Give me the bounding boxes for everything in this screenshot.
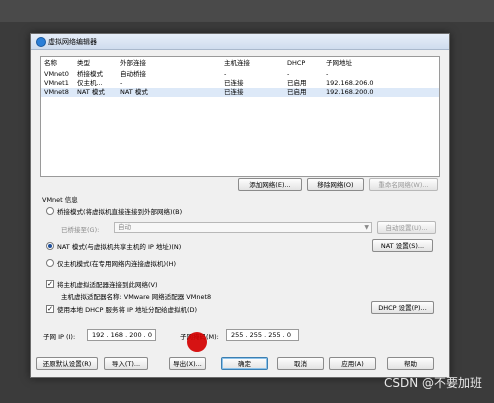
help-button[interactable]: 帮助 <box>387 357 434 370</box>
column-header[interactable]: 子网地址 <box>326 59 352 68</box>
bridged-label: 桥接模式(将虚拟机直接连接到外部网络)(B) <box>57 208 183 216</box>
table-cell: - <box>326 70 329 78</box>
column-header[interactable]: 外部连接 <box>120 59 146 68</box>
watermark-text: CSDN @不要加班 <box>383 376 482 390</box>
table-cell: 仅主机... <box>77 79 103 87</box>
vmnet-info-group: VMnet 信息 桥接模式(将虚拟机直接连接到外部网络)(B) 已桥接至(G):… <box>40 194 438 326</box>
connect-adapter-checkbox[interactable]: ✓ <box>46 280 54 288</box>
import-button[interactable]: 导入(T)... <box>104 357 148 370</box>
ok-button[interactable]: 确定 <box>221 357 268 370</box>
cursor-highlight <box>187 332 207 352</box>
cancel-button[interactable]: 取消 <box>277 357 324 370</box>
table-row[interactable]: VMnet0 桥接模式 自动桥接 - - - <box>41 70 439 79</box>
table-cell: 桥接模式 <box>77 70 103 78</box>
dialog-title: 虚拟网络编辑器 <box>48 38 97 46</box>
nat-settings-button[interactable]: NAT 设置(S)... <box>372 239 433 252</box>
connect-adapter-label: 将主机虚拟适配器连接到此网络(V) <box>57 281 158 289</box>
subnet-ip-label: 子网 IP (I): <box>43 333 76 341</box>
subnet-ip-input[interactable]: 192 . 168 . 200 . 0 <box>87 329 156 341</box>
table-row[interactable]: VMnet1 仅主机... - 已连接 已启用 192.168.206.0 <box>41 79 439 88</box>
table-cell: 192.168.200.0 <box>326 88 374 96</box>
use-dhcp-checkbox[interactable]: ✓ <box>46 305 54 313</box>
dhcp-settings-button[interactable]: DHCP 设置(P)... <box>371 301 434 314</box>
nat-radio[interactable] <box>46 242 54 250</box>
column-header[interactable]: 主机连接 <box>224 59 250 68</box>
title-bar: 虚拟网络编辑器 <box>31 34 449 50</box>
table-row-selected[interactable]: VMnet8 NAT 模式 NAT 模式 已连接 已启用 192.168.200… <box>41 88 439 97</box>
add-network-button[interactable]: 添加网络(E)... <box>238 178 302 191</box>
column-header[interactable]: 名称 <box>44 59 57 68</box>
bridged-to-select[interactable]: 自动 ▼ <box>114 222 372 233</box>
chevron-down-icon: ▼ <box>364 224 369 231</box>
table-cell: 已启用 <box>287 88 307 96</box>
background-strip <box>0 0 494 22</box>
bridged-to-value: 自动 <box>118 223 131 231</box>
app-icon <box>36 37 46 47</box>
remove-network-button[interactable]: 移除网络(O) <box>307 178 364 191</box>
host-only-label: 仅主机模式(在专用网络内连接虚拟机)(H) <box>57 260 177 268</box>
table-cell: 已启用 <box>287 79 307 87</box>
table-cell: VMnet0 <box>44 70 69 78</box>
virtual-network-editor-dialog: 虚拟网络编辑器 名称 类型 外部连接 主机连接 DHCP 子网地址 VMnet0… <box>30 33 450 378</box>
column-header[interactable]: DHCP <box>287 59 305 68</box>
group-title: VMnet 信息 <box>42 196 78 204</box>
host-only-radio[interactable] <box>46 259 54 267</box>
auto-settings-button[interactable]: 自动设置(U)... <box>377 221 436 234</box>
apply-button[interactable]: 应用(A) <box>329 357 376 370</box>
network-table[interactable]: 名称 类型 外部连接 主机连接 DHCP 子网地址 VMnet0 桥接模式 自动… <box>40 56 440 177</box>
table-cell: - <box>120 79 123 87</box>
bridged-to-label: 已桥接至(G): <box>61 226 100 234</box>
table-cell: 已连接 <box>224 88 244 96</box>
table-cell: VMnet1 <box>44 79 69 87</box>
restore-defaults-button[interactable]: 还原默认设置(R) <box>36 357 98 370</box>
rename-network-button[interactable]: 重命名网络(W)... <box>369 178 438 191</box>
adapter-name-text: 主机虚拟适配器名称: VMware 网络适配器 VMnet8 <box>61 293 212 301</box>
table-cell: NAT 模式 <box>120 88 148 96</box>
nat-label: NAT 模式(与虚拟机共享主机的 IP 地址)(N) <box>57 243 182 251</box>
table-cell: VMnet8 <box>44 88 69 96</box>
table-cell: 已连接 <box>224 79 244 87</box>
table-cell: - <box>224 70 227 78</box>
subnet-mask-input[interactable]: 255 . 255 . 255 . 0 <box>226 329 299 341</box>
export-button[interactable]: 导出(X)... <box>169 357 206 370</box>
table-cell: NAT 模式 <box>77 88 105 96</box>
table-cell: - <box>287 70 290 78</box>
table-cell: 自动桥接 <box>120 70 146 78</box>
column-header[interactable]: 类型 <box>77 59 90 68</box>
table-cell: 192.168.206.0 <box>326 79 374 87</box>
use-dhcp-label: 使用本地 DHCP 服务将 IP 地址分配给虚拟机(D) <box>57 306 198 314</box>
table-header: 名称 类型 外部连接 主机连接 DHCP 子网地址 <box>41 59 439 68</box>
bridged-radio[interactable] <box>46 207 54 215</box>
